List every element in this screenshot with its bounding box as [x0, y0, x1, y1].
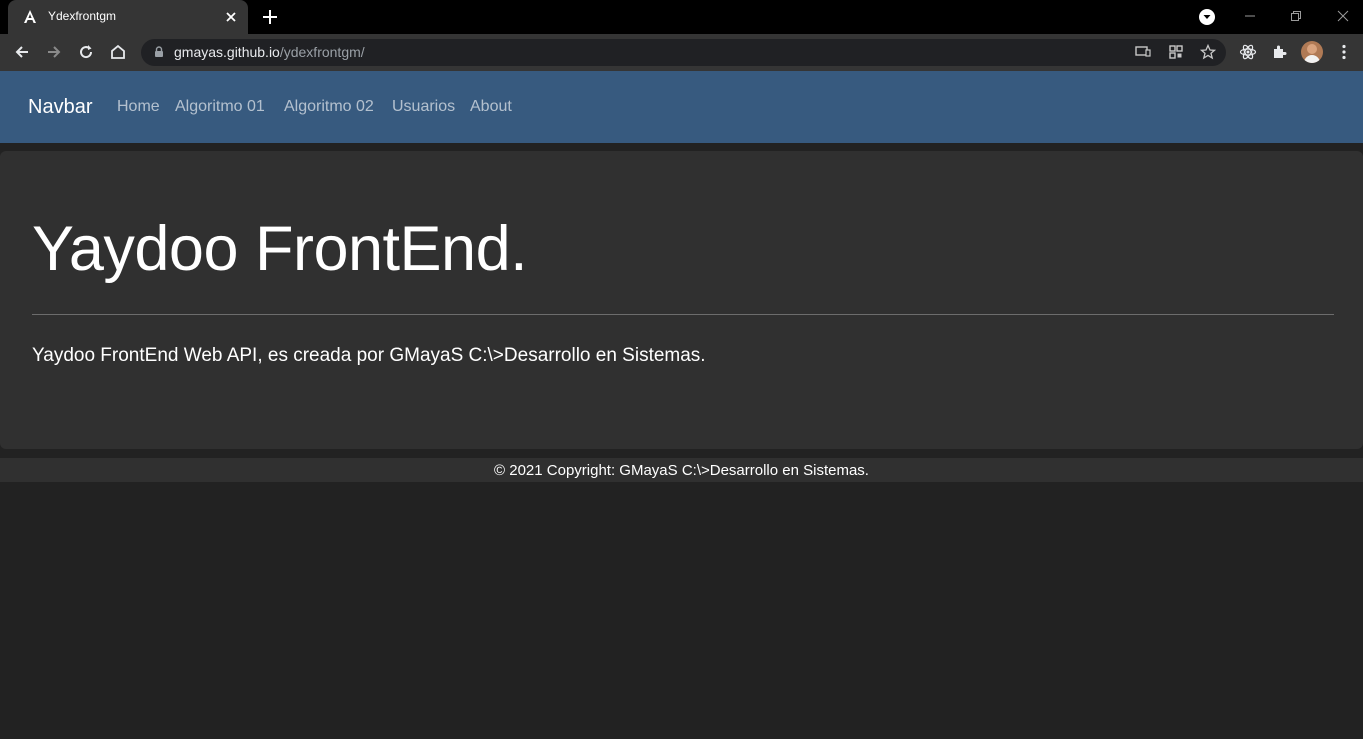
divider [32, 314, 1334, 315]
lock-icon[interactable] [152, 45, 166, 59]
lead-paragraph: Yaydoo FrontEnd Web API, es creada por G… [32, 345, 706, 366]
tab-title: Ydexfrontgm [48, 9, 117, 23]
nav-link-algoritmo-02[interactable]: Algoritmo 02 [284, 98, 374, 116]
page-title: Yaydoo FrontEnd. [32, 214, 528, 284]
jumbotron: Yaydoo FrontEnd. Yaydoo FrontEnd Web API… [0, 151, 1363, 449]
qr-code-icon[interactable] [1167, 43, 1185, 61]
address-bar[interactable]: gmayas.github.io/ydexfrontgm/ [141, 39, 1226, 66]
nav-link-algoritmo-01[interactable]: Algoritmo 01 [175, 98, 265, 116]
reload-icon[interactable] [76, 42, 96, 62]
url-path: /ydexfrontgm/ [279, 44, 365, 60]
profile-avatar[interactable] [1301, 41, 1323, 63]
web-page: Navbar Home Algoritmo 01 Algoritmo 02 Us… [0, 71, 1363, 739]
home-icon[interactable] [108, 42, 128, 62]
site-navbar: Navbar Home Algoritmo 01 Algoritmo 02 Us… [0, 71, 1363, 143]
extensions-puzzle-icon[interactable] [1270, 42, 1290, 62]
page-footer: © 2021 Copyright: GMayaS C:\>Desarrollo … [0, 458, 1363, 482]
angular-favicon-icon [24, 10, 36, 23]
chevron-down-icon [1203, 15, 1211, 19]
nav-link-about[interactable]: About [470, 98, 512, 116]
browser-tab[interactable]: Ydexfrontgm [8, 0, 248, 34]
close-window-icon[interactable] [1333, 6, 1353, 26]
browser-toolbar: gmayas.github.io/ydexfrontgm/ [0, 34, 1363, 71]
url-host: gmayas.github.io [174, 44, 280, 60]
browser-tab-strip: Ydexfrontgm [0, 0, 1363, 34]
restore-icon[interactable] [1286, 6, 1306, 26]
back-arrow-icon[interactable] [12, 42, 32, 62]
tab-search-button[interactable] [1199, 9, 1215, 25]
forward-arrow-icon[interactable] [44, 42, 64, 62]
close-tab-icon[interactable] [223, 9, 239, 25]
nav-link-home[interactable]: Home [117, 98, 160, 116]
footer-copyright: © 2021 Copyright: GMayaS C:\>Desarrollo … [494, 462, 869, 479]
bookmark-star-icon[interactable] [1199, 43, 1217, 61]
url-text[interactable]: gmayas.github.io/ydexfrontgm/ [174, 44, 365, 60]
minimize-icon[interactable] [1240, 6, 1260, 26]
nav-link-usuarios[interactable]: Usuarios [392, 98, 455, 116]
react-devtools-icon[interactable] [1238, 42, 1258, 62]
cast-icon[interactable] [1134, 43, 1152, 61]
navbar-brand[interactable]: Navbar [28, 96, 92, 119]
new-tab-icon[interactable] [260, 7, 280, 27]
kebab-menu-icon[interactable] [1334, 42, 1354, 62]
